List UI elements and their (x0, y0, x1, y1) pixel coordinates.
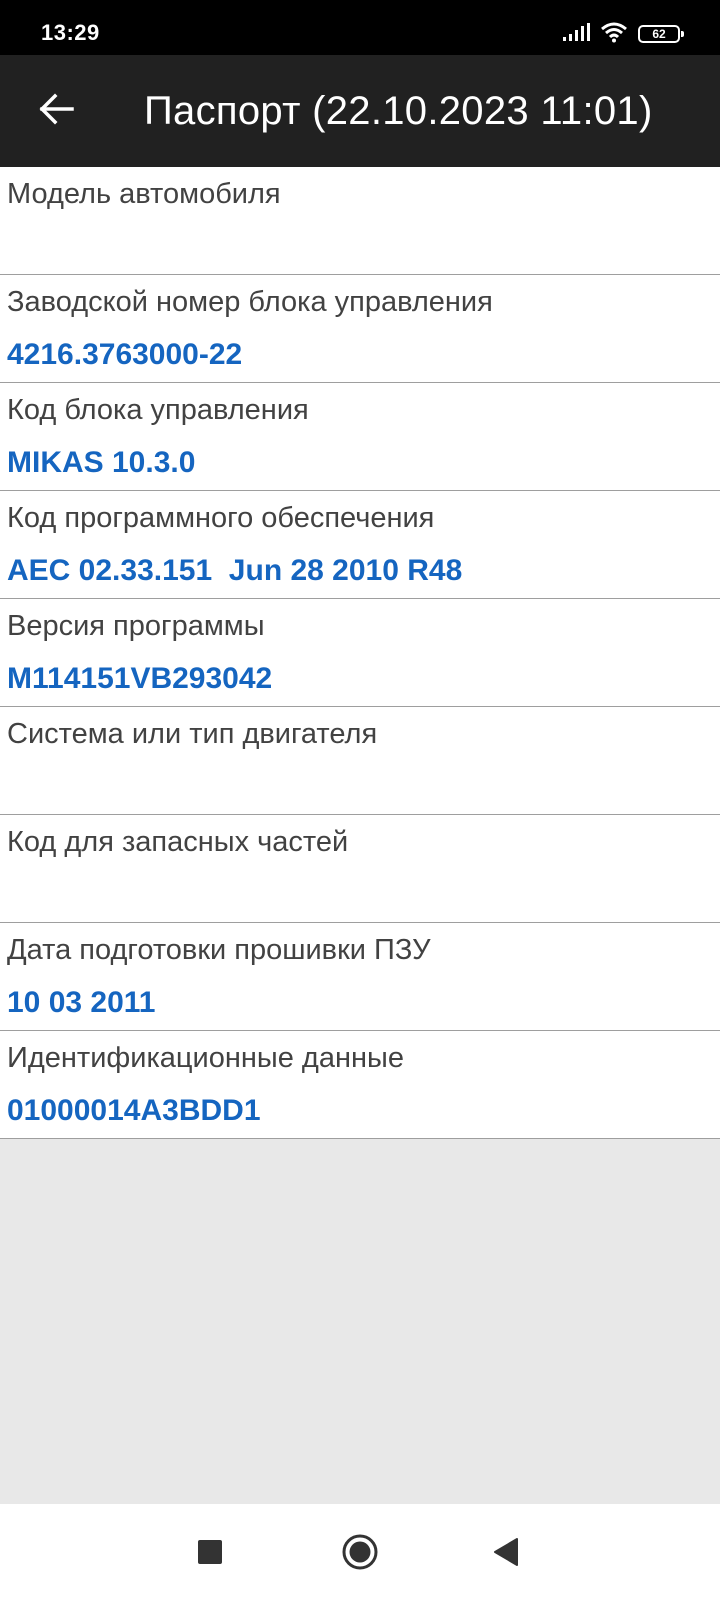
item-value: MIKAS 10.3.0 (7, 446, 196, 479)
list-item-program-version[interactable]: Версия программы M114151VB293042 (0, 599, 720, 707)
app-bar: Паспорт (22.10.2023 11:01) (0, 55, 720, 167)
page-title: Паспорт (22.10.2023 11:01) (144, 89, 653, 133)
list-item-spare-parts-code[interactable]: Код для запасных частей (0, 815, 720, 923)
back-button[interactable] (30, 85, 82, 137)
list-item-software-code[interactable]: Код программного обеспечения AEC 02.33.1… (0, 491, 720, 599)
wifi-icon (600, 21, 628, 48)
item-value: 4216.3763000-22 (7, 338, 243, 371)
item-value: 01000014A3BDD1 (7, 1094, 261, 1127)
item-label: Идентификационные данные (7, 1042, 404, 1074)
status-bar: 13:29 62 (0, 0, 720, 55)
list-item-ecu-code[interactable]: Код блока управления MIKAS 10.3.0 (0, 383, 720, 491)
navigation-bar (0, 1504, 720, 1600)
list-item-identification[interactable]: Идентификационные данные 01000014A3BDD1 (0, 1031, 720, 1139)
status-icons: 62 (562, 21, 684, 48)
list-item-serial-number[interactable]: Заводской номер блока управления 4216.37… (0, 275, 720, 383)
item-label: Модель автомобиля (7, 178, 281, 210)
list-item-engine-system[interactable]: Система или тип двигателя (0, 707, 720, 815)
battery-level: 62 (652, 27, 666, 41)
recents-square-icon (197, 1539, 223, 1570)
item-label: Дата подготовки прошивки ПЗУ (7, 934, 431, 966)
back-triangle-icon (492, 1537, 520, 1572)
item-label: Код программного обеспечения (7, 502, 435, 534)
battery-icon: 62 (638, 25, 684, 43)
signal-icon (562, 22, 590, 47)
passport-list: Модель автомобиля Заводской номер блока … (0, 167, 720, 1139)
list-item-car-model[interactable]: Модель автомобиля (0, 167, 720, 275)
item-label: Система или тип двигателя (7, 718, 378, 750)
nav-back-button[interactable] (482, 1530, 530, 1578)
item-label: Версия программы (7, 610, 265, 642)
item-value: 10 03 2011 (7, 986, 156, 1019)
item-label: Заводской номер блока управления (7, 286, 493, 318)
arrow-back-icon (38, 93, 74, 130)
recents-button[interactable] (186, 1530, 234, 1578)
item-label: Код блока управления (7, 394, 309, 426)
list-item-rom-date[interactable]: Дата подготовки прошивки ПЗУ 10 03 2011 (0, 923, 720, 1031)
home-button[interactable] (336, 1530, 384, 1578)
item-value: AEC 02.33.151 Jun 28 2010 R48 (7, 554, 463, 587)
status-time: 13:29 (41, 20, 100, 45)
home-circle-icon (341, 1533, 379, 1576)
item-label: Код для запасных частей (7, 826, 349, 858)
item-value: M114151VB293042 (7, 662, 273, 695)
